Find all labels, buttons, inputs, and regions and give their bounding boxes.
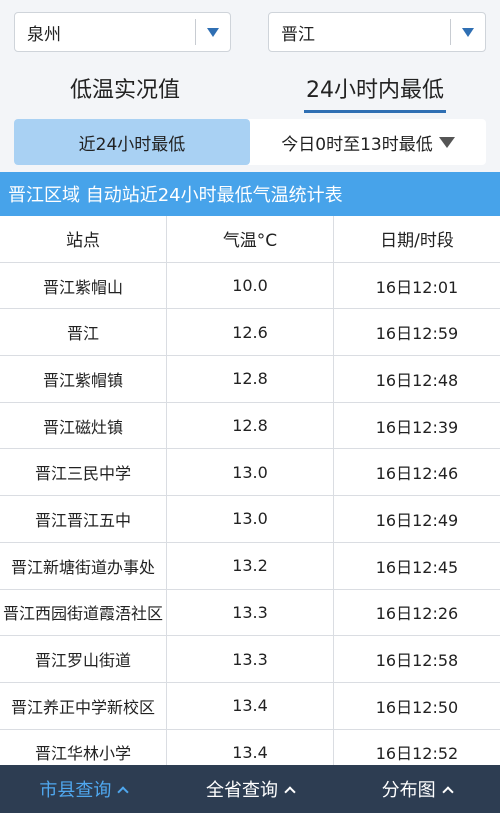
temperature-value: 13.0 — [167, 496, 334, 542]
city-select-value: 泉州 — [27, 24, 61, 45]
table-row: 晋江罗山街道 13.3 16日12:58 — [0, 636, 500, 683]
nav-distribution-map-label: 分布图 — [381, 780, 436, 801]
temperature-value: 13.4 — [167, 682, 334, 729]
nav-county-query-label: 市县查询 — [39, 780, 112, 801]
datetime-value: 16日12:01 — [375, 277, 459, 297]
tab-today-0-13-min[interactable]: 今日0时至13时最低 — [250, 119, 486, 165]
dropdown-arrow-icon[interactable] — [451, 27, 485, 37]
tab-today-0-13-min-label: 今日0时至13时最低 — [281, 134, 433, 155]
chevron-up-icon — [442, 785, 454, 798]
chevron-up-icon — [284, 785, 296, 798]
station-name: 晋江罗山街道 — [0, 636, 167, 682]
station-name: 晋江养正中学新校区 — [0, 682, 167, 729]
county-select-value: 晋江 — [281, 24, 315, 45]
temperature-value: 10.0 — [167, 262, 334, 309]
dropdown-triangle-icon — [438, 136, 455, 148]
active-tab-indicator — [304, 110, 446, 113]
station-name: 晋江三民中学 — [0, 449, 167, 496]
table-row: 晋江新塘街道办事处 13.2 16日12:45 — [0, 542, 500, 590]
region-selectors: 泉州 晋江 — [14, 12, 486, 52]
table-row: 晋江西园街道霞浯社区 13.3 16日12:26 — [0, 589, 500, 637]
table-row: 晋江养正中学新校区 13.4 16日12:50 — [0, 682, 500, 730]
datetime-value: 16日12:45 — [375, 557, 459, 577]
nav-province-query-label: 全省查询 — [206, 780, 278, 801]
header-datetime: 日期/时段 — [380, 231, 454, 252]
temperature-value: 13.3 — [167, 636, 334, 682]
table-row: 晋江三民中学 13.0 16日12:46 — [0, 449, 500, 497]
county-select[interactable]: 晋江 — [268, 12, 486, 52]
datetime-value: 16日12:50 — [375, 697, 459, 717]
table-row: 晋江紫帽镇 12.8 16日12:48 — [0, 356, 500, 403]
temperature-value: 12.8 — [167, 356, 334, 402]
datetime-value: 16日12:59 — [375, 324, 459, 344]
tab-last-24h-min[interactable]: 近24小时最低 — [14, 119, 250, 165]
station-name: 晋江紫帽山 — [0, 262, 167, 309]
temperature-value: 13.0 — [167, 449, 334, 496]
mode-tabs: 低温实况值 24小时内最低 — [0, 62, 500, 114]
table-header-row: 站点 气温°C 日期/时段 — [0, 216, 500, 263]
tab-low-temp-live[interactable]: 低温实况值 — [0, 62, 250, 114]
nav-county-query[interactable]: 市县查询 — [0, 765, 167, 813]
table-row: 晋江 12.6 16日12:59 — [0, 309, 500, 357]
header-temperature: 气温°C — [167, 216, 334, 262]
min-temp-table: 站点 气温°C 日期/时段 晋江紫帽山 10.0 16日12:01 晋江 12.6 16日… — [0, 216, 500, 777]
datetime-value: 16日12:49 — [375, 510, 459, 530]
table-title: 晋江区域 自动站近24小时最低气温统计表 — [0, 172, 500, 216]
temperature-value: 12.8 — [167, 402, 334, 449]
station-name: 晋江西园街道霞浯社区 — [0, 589, 167, 636]
temperature-value: 13.3 — [167, 589, 334, 636]
temperature-value: 12.6 — [167, 309, 334, 356]
temperature-value: 13.2 — [167, 542, 334, 589]
header-station: 站点 — [0, 216, 167, 262]
nav-distribution-map[interactable]: 分布图 — [333, 765, 500, 813]
period-tabs: 近24小时最低 今日0时至13时最低 — [14, 119, 486, 165]
nav-province-query[interactable]: 全省查询 — [167, 765, 334, 813]
station-name: 晋江磁灶镇 — [0, 402, 167, 449]
station-name: 晋江 — [0, 309, 167, 356]
station-name: 晋江紫帽镇 — [0, 356, 167, 402]
tab-24h-min[interactable]: 24小时内最低 — [250, 62, 500, 114]
table-row: 晋江紫帽山 10.0 16日12:01 — [0, 262, 500, 310]
chevron-up-icon — [117, 785, 129, 798]
tab-last-24h-min-label: 近24小时最低 — [78, 134, 186, 155]
table-row: 晋江磁灶镇 12.8 16日12:39 — [0, 402, 500, 450]
datetime-value: 16日12:39 — [375, 417, 459, 437]
datetime-value: 16日12:48 — [375, 370, 459, 390]
datetime-value: 16日12:46 — [375, 464, 459, 484]
dropdown-arrow-icon[interactable] — [196, 27, 230, 37]
station-name: 晋江新塘街道办事处 — [0, 542, 167, 589]
city-select[interactable]: 泉州 — [14, 12, 231, 52]
datetime-value: 16日12:58 — [375, 651, 459, 671]
table-row: 晋江晋江五中 13.0 16日12:49 — [0, 496, 500, 543]
bottom-nav: 市县查询 全省查询 分布图 — [0, 765, 500, 813]
datetime-value: 16日12:26 — [375, 604, 459, 624]
station-name: 晋江晋江五中 — [0, 496, 167, 542]
